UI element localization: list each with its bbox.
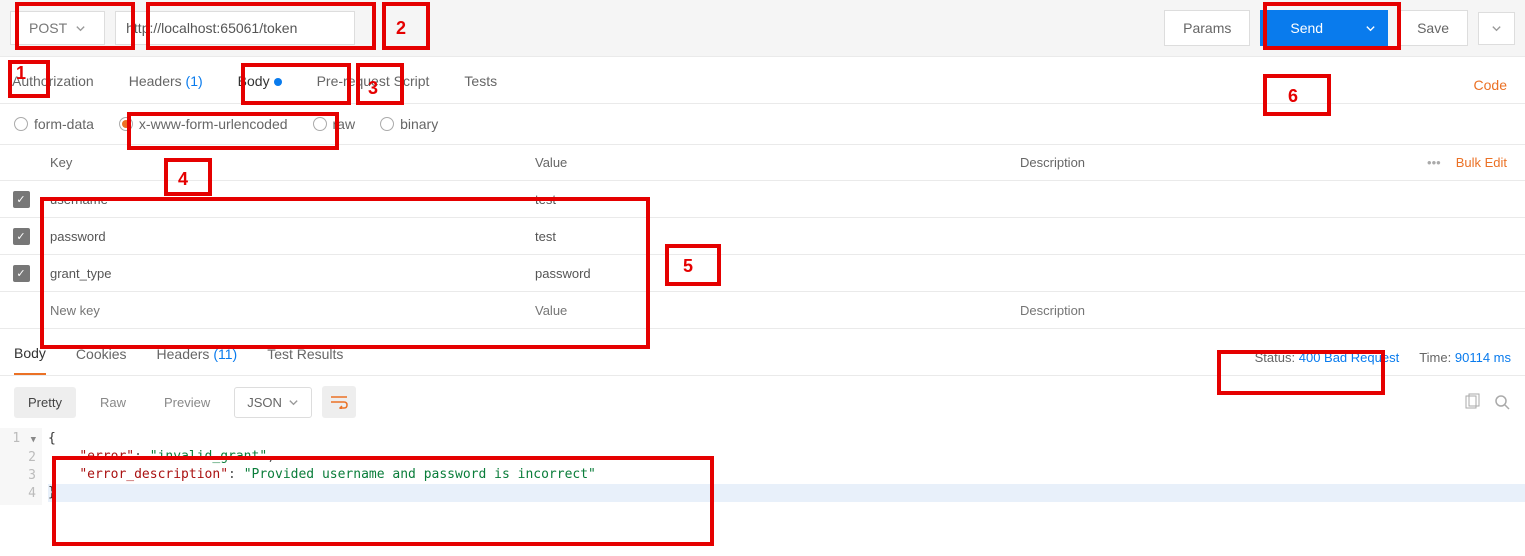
radio-icon xyxy=(119,117,133,131)
key-input[interactable] xyxy=(50,266,527,281)
resp-tab-tests[interactable]: Test Results xyxy=(267,340,343,374)
bulk-edit-link[interactable]: Bulk Edit xyxy=(1456,155,1507,170)
tab-body-label: Body xyxy=(238,73,270,89)
tab-headers-label: Headers xyxy=(129,73,182,89)
row-checkbox[interactable]: ✓ xyxy=(13,265,30,282)
time-value: 90114 ms xyxy=(1455,350,1511,365)
radio-icon xyxy=(313,117,327,131)
table-row: ✓ xyxy=(0,218,1525,255)
wrap-lines-button[interactable] xyxy=(322,386,356,418)
resp-tab-body[interactable]: Body xyxy=(14,339,46,375)
http-method-dropdown[interactable]: POST xyxy=(10,11,105,45)
key-input[interactable] xyxy=(50,303,527,318)
url-input[interactable] xyxy=(115,11,355,45)
request-tabs: Authorization Headers (1) Body Pre-reque… xyxy=(0,57,1525,104)
table-row: ✓ xyxy=(0,181,1525,218)
status-value: 400 Bad Request xyxy=(1299,350,1399,365)
preview-button[interactable]: Preview xyxy=(150,387,224,418)
format-label: JSON xyxy=(247,395,282,410)
radio-urlencoded[interactable]: x-www-form-urlencoded xyxy=(119,116,288,132)
row-checkbox[interactable]: ✓ xyxy=(13,228,30,245)
format-dropdown[interactable]: JSON xyxy=(234,387,312,418)
time-label: Time: xyxy=(1419,350,1451,365)
request-toolbar: POST Params Send Save xyxy=(0,0,1525,57)
radio-binary-label: binary xyxy=(400,116,438,132)
key-input[interactable] xyxy=(50,229,527,244)
resp-tab-cookies[interactable]: Cookies xyxy=(76,340,127,374)
tab-headers[interactable]: Headers (1) xyxy=(129,67,203,103)
wrap-icon xyxy=(330,395,348,409)
value-input[interactable] xyxy=(535,192,1012,207)
response-body: 1 ▼234 { "error": "invalid_grant", "erro… xyxy=(0,428,1525,505)
table-row-new xyxy=(0,292,1525,329)
radio-urlencoded-label: x-www-form-urlencoded xyxy=(139,116,288,132)
radio-formdata[interactable]: form-data xyxy=(14,116,94,132)
header-key: Key xyxy=(42,155,527,170)
value-input[interactable] xyxy=(535,266,1012,281)
response-tabs: Body Cookies Headers (11) Test Results S… xyxy=(0,329,1525,376)
response-toolbar: Pretty Raw Preview JSON xyxy=(0,376,1525,428)
resp-tab-headers[interactable]: Headers (11) xyxy=(157,340,238,374)
raw-button[interactable]: Raw xyxy=(86,387,140,418)
radio-binary[interactable]: binary xyxy=(380,116,438,132)
body-type-radios: form-data x-www-form-urlencoded raw bina… xyxy=(0,104,1525,145)
line-gutter: 1 ▼234 xyxy=(0,428,42,505)
resp-headers-count: (11) xyxy=(213,346,237,362)
save-button[interactable]: Save xyxy=(1398,10,1468,46)
radio-raw-label: raw xyxy=(333,116,356,132)
radio-icon xyxy=(380,117,394,131)
tab-body[interactable]: Body xyxy=(238,67,282,103)
json-value: "Provided username and password is incor… xyxy=(244,467,596,482)
body-dirty-dot-icon xyxy=(274,78,282,86)
radio-icon xyxy=(14,117,28,131)
key-input[interactable] xyxy=(50,192,527,207)
json-value: "invalid_grant" xyxy=(150,449,267,464)
resp-headers-label: Headers xyxy=(157,346,210,362)
radio-formdata-label: form-data xyxy=(34,116,94,132)
tab-authorization[interactable]: Authorization xyxy=(12,67,94,103)
save-dropdown[interactable] xyxy=(1478,12,1515,45)
response-code[interactable]: { "error": "invalid_grant", "error_descr… xyxy=(42,428,1525,505)
json-key: "error_description" xyxy=(79,467,228,482)
headers-count: (1) xyxy=(186,73,203,89)
header-value: Value xyxy=(527,155,1012,170)
search-icon[interactable] xyxy=(1493,393,1511,411)
status-label: Status: xyxy=(1255,350,1295,365)
chevron-down-icon xyxy=(288,397,299,408)
json-key: "error" xyxy=(79,449,134,464)
code-link[interactable]: Code xyxy=(1474,77,1507,93)
http-method-label: POST xyxy=(29,20,67,36)
more-icon[interactable]: ••• xyxy=(1427,155,1456,170)
copy-icon[interactable] xyxy=(1463,393,1481,411)
table-row: ✓ xyxy=(0,255,1525,292)
send-button[interactable]: Send xyxy=(1260,10,1353,46)
chevron-down-icon xyxy=(1365,23,1376,34)
header-desc: Description xyxy=(1012,155,1405,170)
desc-input[interactable] xyxy=(1020,303,1405,318)
tab-tests[interactable]: Tests xyxy=(464,67,497,103)
row-checkbox[interactable]: ✓ xyxy=(13,191,30,208)
radio-raw[interactable]: raw xyxy=(313,116,356,132)
tab-prerequest[interactable]: Pre-request Script xyxy=(317,67,430,103)
value-input[interactable] xyxy=(535,229,1012,244)
chevron-down-icon xyxy=(75,23,86,34)
params-button[interactable]: Params xyxy=(1164,10,1250,46)
send-dropdown[interactable] xyxy=(1353,10,1388,46)
params-table-header: Key Value Description •••Bulk Edit xyxy=(0,145,1525,181)
chevron-down-icon xyxy=(1491,23,1502,34)
pretty-button[interactable]: Pretty xyxy=(14,387,76,418)
value-input[interactable] xyxy=(535,303,1012,318)
